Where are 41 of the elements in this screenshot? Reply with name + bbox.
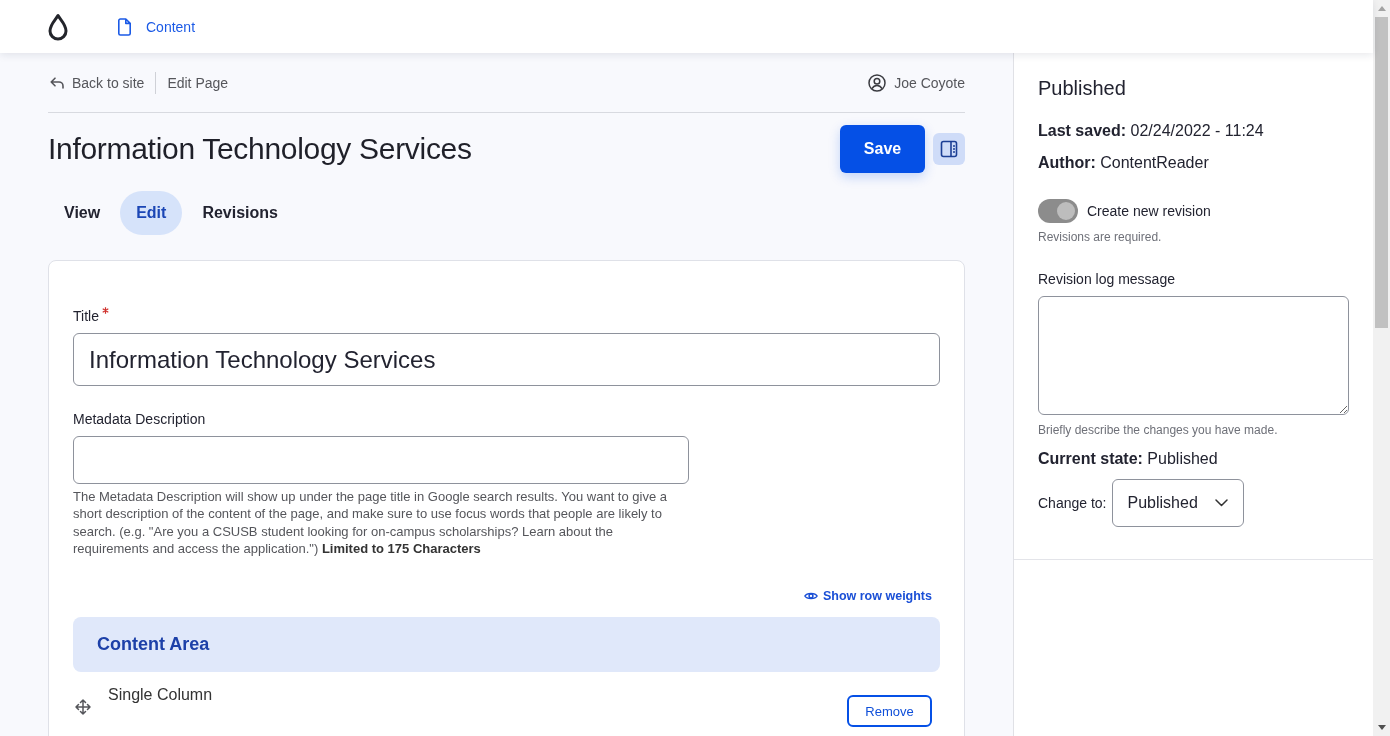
meta-line: Last saved: 02/24/2022 - 11:24 — [1038, 121, 1265, 141]
revision-log-textarea[interactable] — [1038, 296, 1349, 415]
field-label: Title — [73, 307, 99, 325]
tab[interactable]: Revisions — [186, 191, 294, 235]
page-title: Information Technology Services — [48, 131, 472, 167]
toggle-label: Create new revision — [1087, 202, 1211, 220]
status-heading: Published — [1038, 76, 1127, 101]
scrollbar-thumb[interactable] — [1375, 17, 1388, 328]
field-description: Briefly describe the changes you have made. — [1038, 422, 1279, 438]
section-header: Content Area — [73, 617, 940, 673]
remove-button[interactable]: Remove — [847, 695, 932, 728]
tab[interactable]: Edit — [120, 191, 183, 235]
breadcrumb-current: Edit Page — [167, 75, 229, 91]
current-state-text: Current state: Published — [1038, 449, 1219, 469]
eye-icon — [803, 591, 818, 602]
save-button[interactable]: Save — [840, 125, 925, 173]
user-menu[interactable]: Joe Coyote — [868, 74, 965, 92]
back-to-site-link[interactable]: Back to site — [48, 75, 145, 91]
toggle-help-text: Revisions are required. — [1038, 229, 1163, 245]
user-icon — [868, 74, 887, 92]
title-input[interactable]: Information Technology Services — [73, 333, 940, 386]
sidebar-panel-icon — [940, 140, 958, 158]
text-input[interactable] — [73, 436, 689, 484]
field-description: The Metadata Description will show up under the page title in Google search results. You want to give a short description of the content of the page, and make sure to use focus words that people are likely to search. (e.g. "Are you a CSUSB student looking for on-campus scholarships? Learn about the requirements and access the application.") Limited to 175 Characters — [73, 488, 668, 558]
meta-line: Author: ContentReader — [1038, 153, 1210, 173]
sidebar-toggle-button[interactable] — [933, 133, 965, 165]
show-row-weights-link[interactable]: Show row weights — [803, 588, 932, 605]
move-handle-icon[interactable] — [75, 699, 91, 716]
back-arrow-icon — [50, 77, 64, 89]
field-label: Revision log message — [1038, 270, 1176, 288]
field-label: Metadata Description — [73, 410, 206, 428]
document-icon — [117, 17, 132, 36]
state-select[interactable]: Published — [1111, 479, 1244, 527]
chevron-down-icon — [1214, 499, 1228, 507]
drop-logo[interactable] — [47, 12, 69, 41]
scroll-up-arrow-icon[interactable] — [1377, 6, 1386, 11]
scroll-down-arrow-icon[interactable] — [1377, 725, 1386, 730]
field-label: Change to: — [1038, 495, 1107, 511]
row-label: Single Column — [108, 686, 213, 705]
tab[interactable]: View — [48, 191, 117, 235]
nav-link[interactable]: Content — [117, 11, 196, 42]
